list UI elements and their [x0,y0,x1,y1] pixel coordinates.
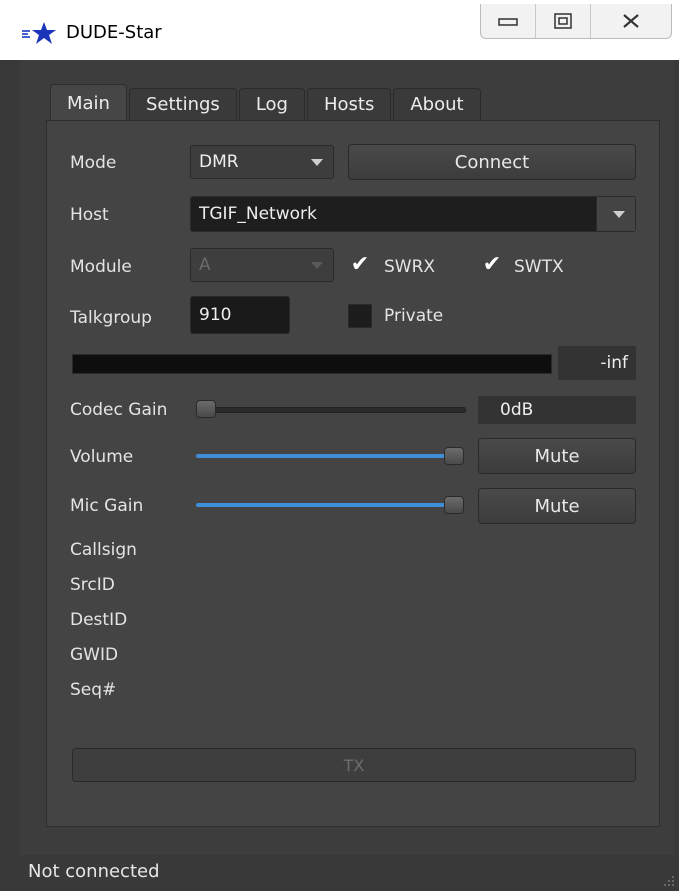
maximize-button[interactable] [536,4,591,38]
chevron-down-icon [613,211,625,218]
minimize-icon [498,18,518,26]
swrx-label: SWRX [384,257,436,277]
mic-mute-button[interactable]: Mute [478,488,636,524]
level-readout: -inf [558,346,636,380]
audio-level-meter [72,354,552,374]
tx-button[interactable]: TX [72,748,636,782]
minimize-button[interactable] [481,4,536,38]
tab-settings[interactable]: Settings [128,88,237,120]
host-value: TGIF_Network [199,204,317,224]
private-checkbox[interactable] [348,304,372,328]
srcid-label: SrcID [70,575,115,595]
private-label: Private [384,306,444,326]
tab-log[interactable]: Log [238,88,305,120]
dude-star-logo-icon [22,22,56,44]
mic-gain-label: Mic Gain [70,496,144,516]
gwid-label: GWID [70,645,119,665]
maximize-icon [554,13,572,29]
connect-button[interactable]: Connect [348,144,636,180]
swtx-checkbox[interactable]: ✔ [482,254,502,276]
callsign-label: Callsign [70,540,137,560]
codec-gain-value: 0dB [478,396,636,424]
status-text: Not connected [28,861,160,882]
host-label: Host [70,205,109,225]
mic-gain-slider-handle[interactable] [444,496,464,514]
host-select[interactable]: TGIF_Network [190,196,636,232]
mic-gain-slider-fill [196,503,446,507]
volume-slider-fill [196,454,446,458]
tab-hosts[interactable]: Hosts [306,88,392,120]
destid-label: DestID [70,610,128,630]
module-value: A [199,255,211,275]
module-label: Module [70,257,132,277]
tab-bar: Main Settings Log Hosts About [50,84,481,121]
talkgroup-label: Talkgroup [70,308,152,328]
volume-mute-button[interactable]: Mute [478,438,636,474]
resize-grip-icon[interactable] [663,875,675,887]
module-select[interactable]: A [190,248,334,282]
close-icon [623,14,639,28]
mode-select[interactable]: DMR [190,145,334,179]
chevron-down-icon [311,159,323,166]
swtx-label: SWTX [514,257,564,277]
codec-gain-track[interactable] [196,407,466,413]
seq-label: Seq# [70,680,117,700]
tab-main[interactable]: Main [50,84,127,121]
chevron-down-icon [311,262,323,269]
mode-value: DMR [199,152,239,172]
window-controls [480,4,672,39]
title-bar: DUDE-Star [0,0,679,60]
swrx-checkbox[interactable]: ✔ [350,254,370,276]
codec-gain-slider-handle[interactable] [196,400,216,418]
tab-about[interactable]: About [393,88,481,120]
close-button[interactable] [591,4,671,38]
volume-label: Volume [70,447,134,467]
talkgroup-input[interactable]: 910 [190,296,290,334]
volume-slider-handle[interactable] [444,447,464,465]
mode-label: Mode [70,153,117,173]
codec-gain-label: Codec Gain [70,400,168,420]
window-title: DUDE-Star [66,22,162,43]
